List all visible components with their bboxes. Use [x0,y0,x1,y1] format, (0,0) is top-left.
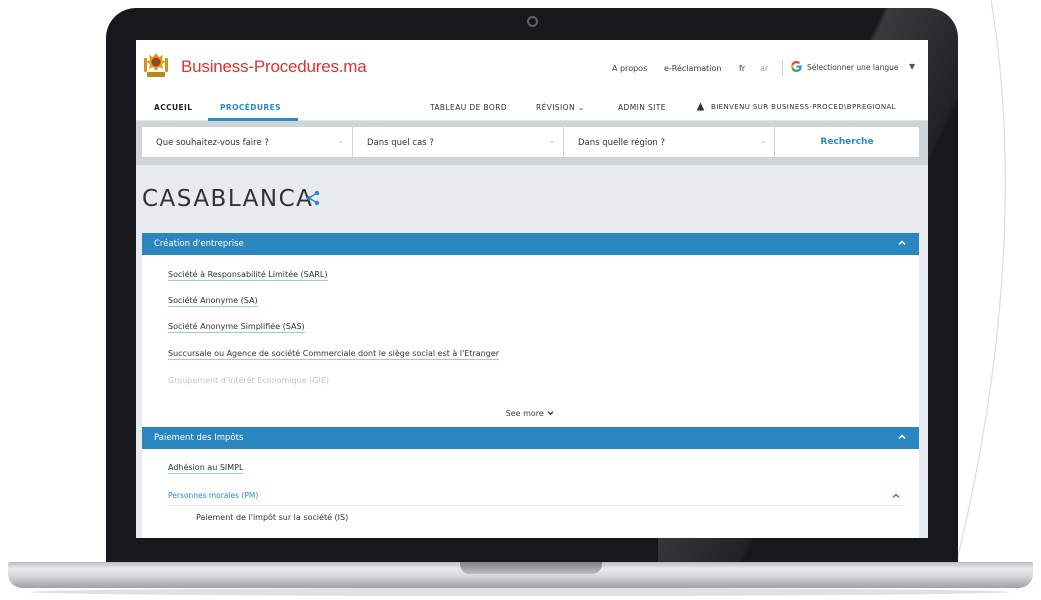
see-more-button[interactable]: See more [142,409,919,418]
laptop-shadow [30,588,1010,596]
chevron-down-icon: ⌄ [338,137,344,145]
region-select[interactable]: Dans quelle région ? ⌄ [564,127,774,157]
case-select-label: Dans quel cas ? [367,138,434,148]
what-select-label: Que souhaitez-vous faire ? [156,138,269,148]
nav-admin-site[interactable]: ADMIN SITE [618,103,666,112]
chevron-up-icon[interactable] [891,491,901,501]
nav-procedures[interactable]: PROCÉDURES [220,103,281,112]
camera-icon [527,16,538,27]
search-button[interactable]: Recherche [775,127,919,157]
procedure-link[interactable]: Paiement de l'impôt sur la société (IS) [196,513,348,523]
section-header-impots[interactable]: Paiement des Impôts [142,427,919,449]
share-icon[interactable] [306,190,320,206]
language-selector[interactable]: Sélectionner une langue [807,63,898,72]
procedure-link[interactable]: Succursale ou Agence de société Commerci… [168,349,500,360]
laptop-notch [460,562,602,574]
product-mockup: Business-Procedures.ma A propos e-Réclam… [0,0,1041,600]
chevron-down-icon: ⌄ [549,137,555,145]
chevron-down-icon: ⌄ [577,103,585,112]
procedure-link[interactable]: Adhésion au SIMPL [168,463,244,474]
main-nav: ACCUEIL PROCÉDURES TABLEAU DE BORD RÉVIS… [136,93,928,121]
procedure-link-faded[interactable]: Groupement d'Intérêt Economique (GIE) [168,376,329,386]
header-divider [782,60,783,76]
subgroup-title[interactable]: Personnes morales (PM) [168,491,258,500]
chevron-down-icon: ⌄ [760,137,766,145]
lang-fr-link[interactable]: fr [739,64,745,73]
lang-ar-link[interactable]: ar [760,64,768,73]
what-select[interactable]: Que souhaitez-vous faire ? ⌄ [142,127,352,157]
section-title: Paiement des Impôts [154,433,244,443]
section-body-creation: Société à Responsabilité Limitée (SARL) … [142,255,919,427]
subgroup-divider [168,505,904,506]
laptop-screen: Business-Procedures.ma A propos e-Réclam… [136,40,928,538]
section-title: Création d'entreprise [154,239,244,249]
section-body-impots: Adhésion au SIMPL Personnes morales (PM)… [142,449,919,538]
chevron-down-icon[interactable]: ▼ [909,62,915,71]
brand-name[interactable]: Business-Procedures.ma [181,57,367,77]
chevron-down-icon [547,411,554,416]
region-select-label: Dans quelle région ? [578,138,666,148]
about-link[interactable]: A propos [612,64,647,73]
see-more-label: See more [505,409,544,418]
search-button-label: Recherche [820,137,874,147]
google-g-icon [790,60,802,73]
nav-tableau-de-bord[interactable]: TABLEAU DE BORD [430,103,507,112]
procedure-link[interactable]: Société Anonyme Simplifiée (SAS) [168,322,305,333]
site-header: Business-Procedures.ma A propos e-Réclam… [136,40,928,93]
nav-revision[interactable]: RÉVISION ⌄ [536,103,584,112]
section-header-creation[interactable]: Création d'entreprise [142,233,919,255]
welcome-user[interactable]: BIENVENU SUR BUSINESS-PROCED\BPREGIONAL [711,103,896,111]
chevron-up-icon[interactable] [897,432,907,442]
case-select[interactable]: Dans quel cas ? ⌄ [353,127,563,157]
nav-accueil[interactable]: ACCUEIL [154,103,192,112]
reclamation-link[interactable]: e-Réclamation [664,64,721,73]
procedure-link[interactable]: Société à Responsabilité Limitée (SARL) [168,270,328,281]
decorative-curve [956,0,1006,560]
moroccan-emblem-logo[interactable] [142,50,170,80]
page-title: CASABLANCA [142,186,314,212]
procedure-link[interactable]: Société Anonyme (SA) [168,296,258,307]
user-icon [696,102,705,111]
chevron-up-icon[interactable] [897,238,907,248]
search-bar: Que souhaitez-vous faire ? ⌄ Dans quel c… [136,121,928,165]
